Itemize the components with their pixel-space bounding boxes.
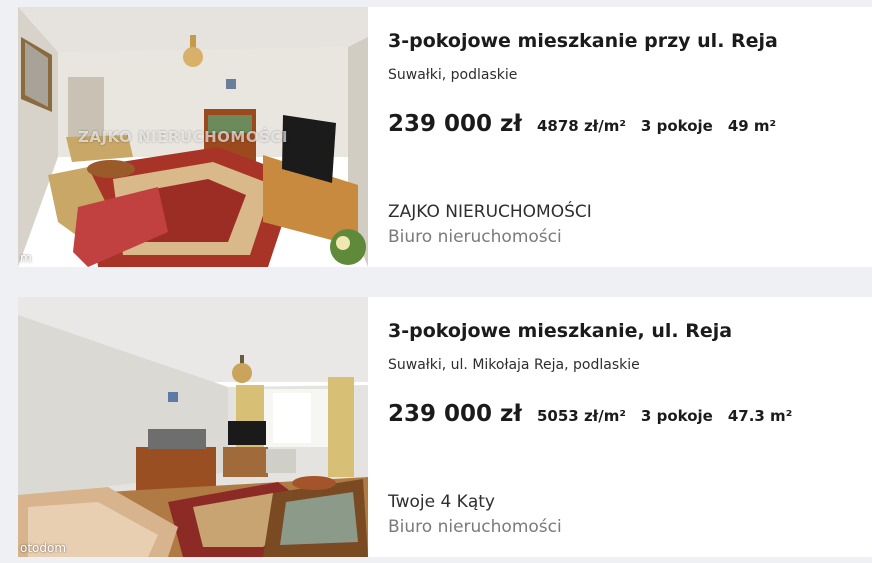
listing-photo[interactable]: otodom	[18, 297, 368, 557]
agency-name: ZAJKO NIERUCHOMOŚCI	[388, 202, 592, 222]
listing-params: 239 000 zł 4878 zł/m² 3 pokoje 49 m²	[388, 111, 791, 137]
room-photo-illustration	[18, 297, 368, 557]
listing-info: 3-pokojowe mieszkanie przy ul. Reja Suwa…	[388, 7, 872, 267]
listing-rooms: 3 pokoje	[640, 407, 713, 425]
listing-price: 239 000 zł	[388, 401, 522, 427]
listing-price: 239 000 zł	[388, 111, 522, 137]
listing-title[interactable]: 3-pokojowe mieszkanie, ul. Reja	[388, 320, 732, 342]
listing-title[interactable]: 3-pokojowe mieszkanie przy ul. Reja	[388, 30, 778, 52]
photo-watermark: ZAJKO NIERUCHOMOŚCI	[78, 128, 288, 146]
listing-area: 49 m²	[727, 117, 777, 135]
listing-price-per-m2: 4878 zł/m²	[536, 117, 626, 135]
listing-location: Suwałki, ul. Mikołaja Reja, podlaskie	[388, 357, 640, 373]
agency-type: Biuro nieruchomości	[388, 227, 562, 247]
listing-card[interactable]: otodom 3-pokojowe mieszkanie, ul. Reja S…	[18, 297, 872, 557]
listing-price-per-m2: 5053 zł/m²	[536, 407, 626, 425]
photo-brand-label: m	[20, 251, 32, 265]
listing-rooms: 3 pokoje	[640, 117, 713, 135]
photo-brand-label: otodom	[20, 541, 67, 555]
listing-card[interactable]: ZAJKO NIERUCHOMOŚCI m 3-pokojowe mieszka…	[18, 7, 872, 267]
listing-location: Suwałki, podlaskie	[388, 67, 518, 83]
agency-name: Twoje 4 Kąty	[388, 492, 495, 512]
listing-area: 47.3 m²	[727, 407, 793, 425]
listing-params: 239 000 zł 5053 zł/m² 3 pokoje 47.3 m²	[388, 401, 807, 427]
listing-photo[interactable]: ZAJKO NIERUCHOMOŚCI m	[18, 7, 368, 267]
agency-type: Biuro nieruchomości	[388, 517, 562, 537]
listing-info: 3-pokojowe mieszkanie, ul. Reja Suwałki,…	[388, 297, 872, 557]
